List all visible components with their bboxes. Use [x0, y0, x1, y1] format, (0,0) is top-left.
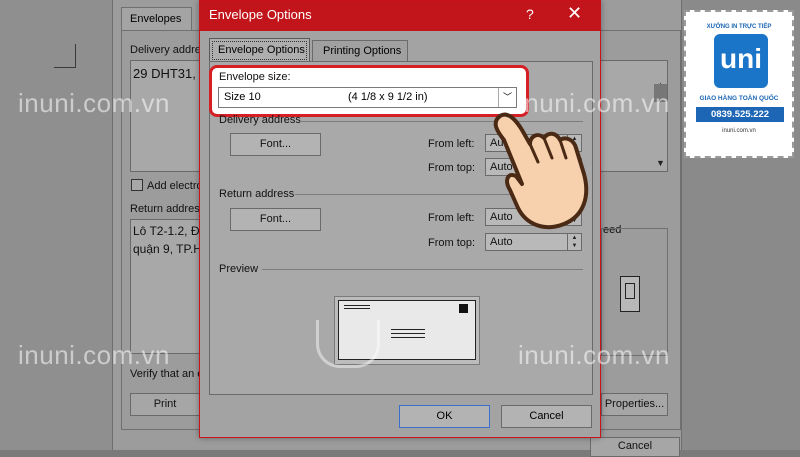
tab-envelope-options-label: Envelope Options: [218, 44, 305, 56]
delivery-address-line: [391, 337, 425, 338]
feed-icon: [620, 276, 640, 312]
watermark-text: inuni.com.vn: [18, 88, 170, 118]
delivery-address-line: [391, 329, 425, 330]
add-electronic-postage-checkbox[interactable]: [131, 179, 143, 191]
logo-subtitle: GIAO HÀNG TOÀN QUỐC: [699, 95, 779, 102]
brand-logo-card: XƯỞNG IN TRỰC TIẾP uni GIAO HÀNG TOÀN QU…: [684, 10, 794, 158]
group-divider: [262, 269, 583, 270]
logo-top-text: XƯỞNG IN TRỰC TIẾP: [706, 24, 772, 30]
envelope-size-select[interactable]: Size 10 (4 1/8 x 9 1/2 in) ﹀: [218, 87, 517, 108]
return-from-top-label: From top:: [428, 237, 476, 249]
watermark-text: inuni.com.vn: [18, 340, 170, 370]
tab-printing-options[interactable]: Printing Options: [312, 40, 408, 61]
properties-button[interactable]: Properties...: [601, 393, 668, 416]
return-address-line: [344, 305, 370, 306]
return-from-left-label: From left:: [428, 212, 475, 224]
envelopes-cancel-button[interactable]: Cancel: [590, 437, 680, 457]
tab-envelopes[interactable]: Envelopes: [121, 7, 192, 31]
return-address-label: Return address: [130, 203, 206, 215]
watermark-text: inuni.com.vn: [518, 340, 670, 370]
envelope-size-name: Size 10: [224, 91, 261, 103]
logo-site: inuni.com.vn: [722, 128, 756, 134]
add-electronic-postage-label: Add electro: [147, 180, 203, 192]
delivery-address-label: Delivery addre: [130, 44, 201, 56]
delivery-from-top-label: From top:: [428, 162, 476, 174]
return-font-button[interactable]: Font...: [230, 208, 321, 231]
tab-envelope-options[interactable]: Envelope Options: [209, 38, 310, 62]
delivery-address-text: 29 DHT31,: [133, 66, 196, 81]
pointing-hand-icon: [493, 112, 589, 230]
logo-phone: 0839.525.222: [696, 107, 784, 122]
watermark-logo-icon: [316, 320, 380, 368]
return-address-line2: quận 9, TP.H: [133, 242, 202, 256]
envelope-size-dimensions: (4 1/8 x 9 1/2 in): [348, 91, 428, 103]
preview-heading: Preview: [219, 263, 259, 275]
return-address-line: [344, 308, 370, 309]
delivery-from-left-label: From left:: [428, 138, 475, 150]
print-button[interactable]: Print: [130, 393, 200, 416]
scroll-down-icon[interactable]: ▼: [656, 158, 665, 168]
cancel-button[interactable]: Cancel: [501, 405, 592, 428]
return-address-textarea[interactable]: [130, 219, 200, 354]
delivery-address-line: [391, 333, 425, 334]
return-address-line1: Lô T2-1.2, Đ: [133, 224, 200, 238]
envelope-size-label: Envelope size:: [219, 71, 291, 83]
logo-mark: uni: [714, 34, 768, 88]
dialog-title: Envelope Options: [209, 7, 312, 22]
page-corner-mark: [54, 44, 76, 68]
delivery-font-button[interactable]: Font...: [230, 133, 321, 156]
stamp-icon: [459, 304, 468, 313]
return-address-heading: Return address: [219, 188, 295, 200]
ok-button[interactable]: OK: [399, 405, 490, 428]
delivery-address-heading: Delivery address: [219, 114, 301, 126]
help-icon[interactable]: ?: [526, 6, 534, 22]
close-icon[interactable]: ✕: [567, 3, 582, 24]
